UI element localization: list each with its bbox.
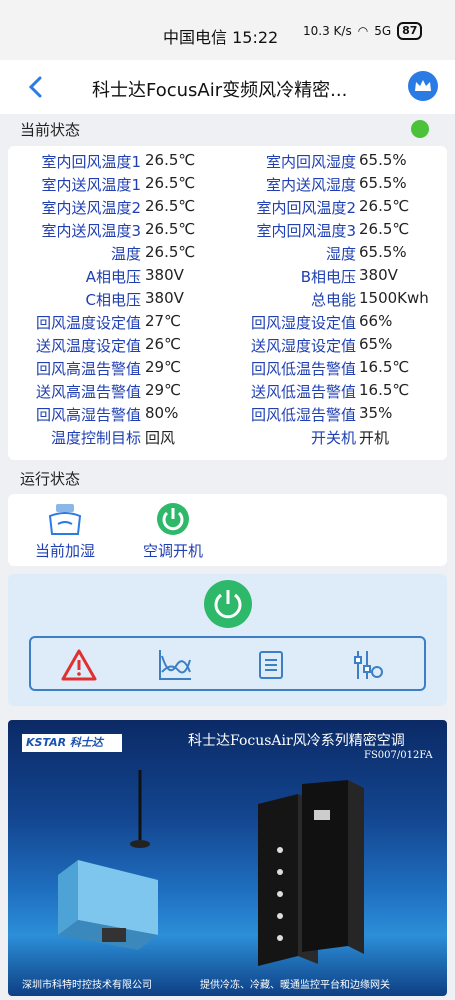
- current-status-card: 室内回风温度1 26.5℃ 室内回风湿度 65.5% 室内送风温度1 26.5℃ 室内…: [8, 146, 447, 460]
- humidifier-icon: [48, 504, 82, 535]
- precision-ac-unit-image: [258, 780, 364, 966]
- brand-logo: KSTAR 科士达: [22, 734, 122, 752]
- power-icon: [214, 590, 242, 619]
- banner-model: FS007/012FA: [364, 750, 433, 761]
- status-row: A相电压 380V B相电压 380V: [85, 266, 398, 286]
- status-icons: 10.3 K/s ◠ 5G 87: [303, 22, 423, 40]
- run-status-card: 当前加湿 空调开机: [8, 494, 447, 566]
- status-row: 回风高湿告警值 80% 回风低湿告警值 35%: [35, 404, 393, 424]
- status-row: 温度控制目标 回风 开关机 开机: [50, 429, 390, 447]
- status-row: 室内回风温度1 26.5℃ 室内回风湿度 65.5%: [41, 151, 407, 171]
- status-row: 室内送风温度2 26.5℃ 室内回风温度2 26.5℃: [41, 197, 410, 217]
- list-icon[interactable]: [253, 648, 289, 682]
- ac-running-indicator: 空调开机: [138, 502, 208, 561]
- run-status-heading: 运行状态: [20, 470, 81, 488]
- status-row: 送风高温告警值 29℃ 送风低温告警值 16.5℃: [35, 381, 410, 401]
- banner-footer-company: 深圳市科特时控技术有限公司: [22, 980, 152, 991]
- status-row: 回风温度设定值 27℃ 回风湿度设定值 66%: [35, 312, 393, 332]
- alarm-icon[interactable]: [61, 648, 97, 682]
- crown-icon[interactable]: [408, 71, 438, 101]
- power-on-icon: [157, 503, 189, 535]
- carrier-time: 中国电信 15:22: [163, 28, 279, 47]
- status-row: 回风高温告警值 29℃ 回风低温告警值 16.5℃: [35, 358, 410, 378]
- trend-chart-icon[interactable]: [157, 648, 193, 682]
- network-type: 5G: [374, 24, 392, 38]
- settings-sliders-icon[interactable]: [349, 648, 385, 682]
- back-arrow-icon[interactable]: [22, 72, 52, 102]
- control-panel: [8, 574, 447, 706]
- status-row: 温度 26.5℃ 湿度 65.5%: [110, 243, 407, 263]
- function-toolbar: [29, 636, 426, 691]
- status-row: 室内送风温度1 26.5℃ 室内送风湿度 65.5%: [41, 174, 407, 194]
- wifi-icon: ◠: [357, 24, 369, 38]
- page-title: 科士达FocusAir变频风冷精密...: [92, 80, 348, 101]
- current-status-heading: 当前状态: [20, 121, 81, 139]
- humidifying-indicator: 当前加湿: [30, 502, 100, 561]
- speed-indicator: 10.3 K/s: [303, 24, 352, 38]
- status-row: C相电压 380V 总电能 1500Kwh: [85, 289, 429, 309]
- online-status-indicator: [411, 120, 429, 138]
- status-row: 送风温度设定值 26℃ 送风湿度设定值 65%: [35, 335, 393, 355]
- power-button[interactable]: [204, 580, 252, 628]
- banner-footer-slogan: 提供冷冻、冷藏、暖通监控平台和边缘网关: [200, 980, 390, 991]
- battery-icon: 87: [397, 22, 423, 40]
- banner-title: 科士达FocusAir风冷系列精密空调: [188, 733, 405, 749]
- product-banner[interactable]: KSTAR 科士达 科士达FocusAir风冷系列精密空调 FS007/012F…: [8, 720, 447, 996]
- app-header: 科士达FocusAir变频风冷精密...: [0, 60, 455, 114]
- system-status-bar: 中国电信 15:22 10.3 K/s ◠ 5G 87: [0, 0, 455, 60]
- gateway-device-image: [58, 770, 158, 950]
- status-row: 室内送风温度3 26.5℃ 室内回风温度3 26.5℃: [41, 220, 410, 240]
